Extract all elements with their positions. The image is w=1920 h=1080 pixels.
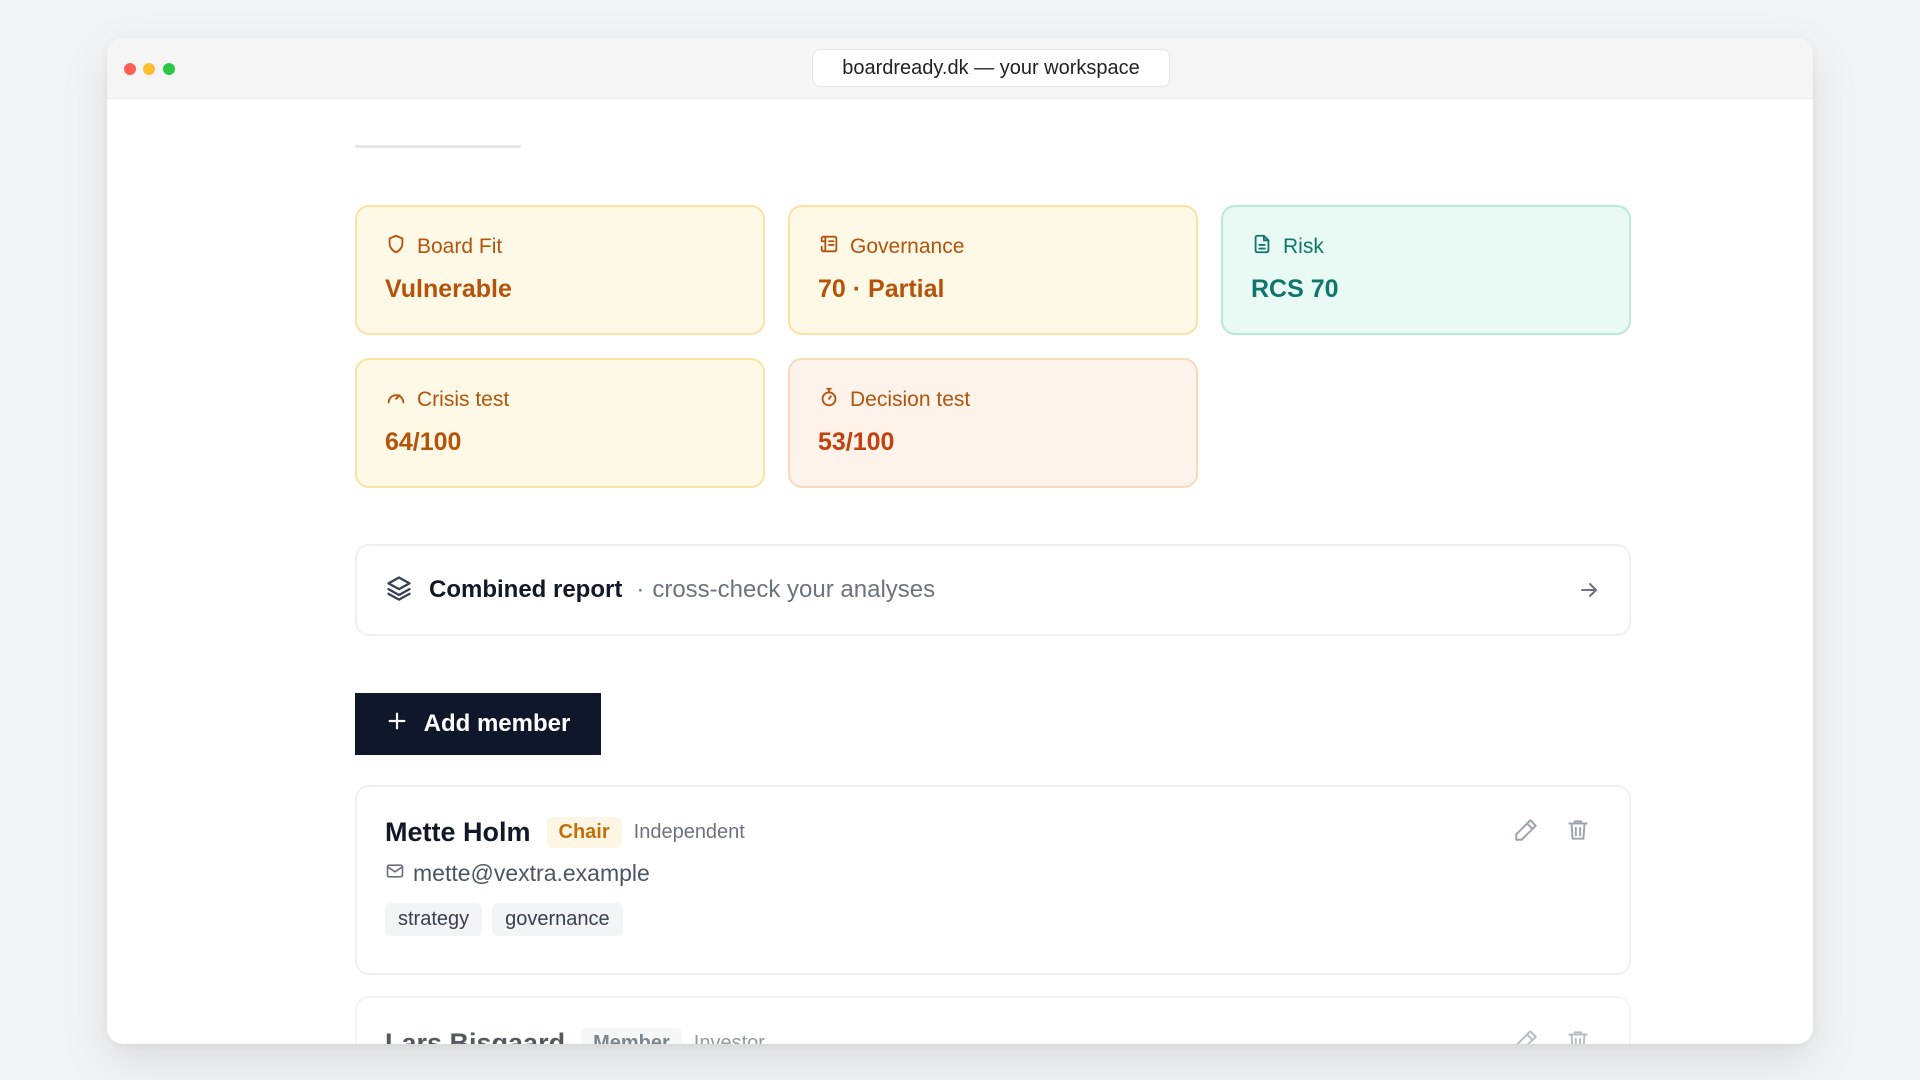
- stat-label: Governance: [850, 235, 965, 258]
- combined-report-link[interactable]: Combined report · cross-check your analy…: [355, 544, 1631, 636]
- stat-value: Vulnerable: [385, 275, 512, 303]
- layers-icon: [385, 574, 413, 607]
- member-tags: strategy governance: [385, 903, 1601, 936]
- combined-report-subtitle: cross-check your analyses: [652, 576, 936, 603]
- stat-label: Board Fit: [417, 235, 503, 258]
- member-card: Lars Bisgaard Member Investor: [355, 996, 1631, 1044]
- stat-label: Decision test: [850, 388, 971, 411]
- stat-value: 64/100: [385, 428, 462, 456]
- stat-card-board-fit[interactable]: Board Fit Vulnerable: [355, 205, 765, 335]
- pencil-icon: [1515, 819, 1537, 841]
- member-email: mette@vextra.example: [413, 860, 650, 886]
- pencil-icon: [1516, 1030, 1537, 1044]
- stat-label: Crisis test: [417, 388, 510, 411]
- member-card: Mette Holm Chair Independent mette@vextr…: [355, 785, 1631, 975]
- stat-card-crisis-test[interactable]: Crisis test 64/100: [355, 358, 765, 488]
- stat-value: RCS 70: [1251, 275, 1339, 303]
- member-tag: strategy: [385, 903, 483, 936]
- minimize-window-button[interactable]: [143, 63, 155, 75]
- member-type: Investor: [693, 1032, 765, 1044]
- maximize-window-button[interactable]: [163, 63, 175, 75]
- stopwatch-icon: [818, 386, 840, 414]
- trash-icon: [1568, 820, 1588, 840]
- shield-icon: [385, 233, 407, 261]
- address-bar-text: boardready.dk — your workspace: [842, 56, 1140, 79]
- member-tag: governance: [492, 903, 623, 936]
- browser-window: boardready.dk — your workspace Board Fit…: [107, 38, 1813, 1044]
- add-member-button[interactable]: Add member: [355, 693, 601, 755]
- gauge-icon: [385, 386, 407, 414]
- edit-member-button[interactable]: [1513, 817, 1539, 848]
- stat-value: 53/100: [818, 428, 895, 456]
- role-badge: Member: [581, 1028, 682, 1044]
- combined-report-separator: ·: [636, 576, 645, 603]
- close-window-button[interactable]: [124, 63, 136, 75]
- plus-icon: [386, 710, 408, 739]
- member-type: Independent: [633, 821, 745, 843]
- stat-card-risk[interactable]: Risk RCS 70: [1221, 205, 1631, 335]
- member-name: Mette Holm: [385, 817, 531, 847]
- stat-value: 70 · Partial: [818, 275, 945, 303]
- workspace-content: Board Fit Vulnerable Governance 70 · Par…: [107, 99, 1813, 1044]
- arrow-right-icon: [1577, 578, 1601, 602]
- browser-titlebar: boardready.dk — your workspace: [107, 38, 1813, 99]
- role-badge: Chair: [546, 817, 622, 848]
- section-divider: [355, 145, 521, 148]
- stat-label: Risk: [1283, 235, 1324, 258]
- delete-member-button[interactable]: [1565, 817, 1591, 848]
- stat-card-decision-test[interactable]: Decision test 53/100: [788, 358, 1198, 488]
- trash-icon: [1568, 1031, 1588, 1044]
- combined-report-title: Combined report: [429, 576, 623, 603]
- mail-icon: [385, 860, 405, 887]
- add-member-label: Add member: [423, 710, 571, 737]
- stat-card-governance[interactable]: Governance 70 · Partial: [788, 205, 1198, 335]
- address-bar[interactable]: boardready.dk — your workspace: [812, 49, 1170, 87]
- member-name: Lars Bisgaard: [385, 1028, 566, 1044]
- scroll-icon: [818, 233, 840, 261]
- document-icon: [1251, 233, 1273, 261]
- edit-member-button[interactable]: [1513, 1028, 1539, 1044]
- delete-member-button[interactable]: [1565, 1028, 1591, 1044]
